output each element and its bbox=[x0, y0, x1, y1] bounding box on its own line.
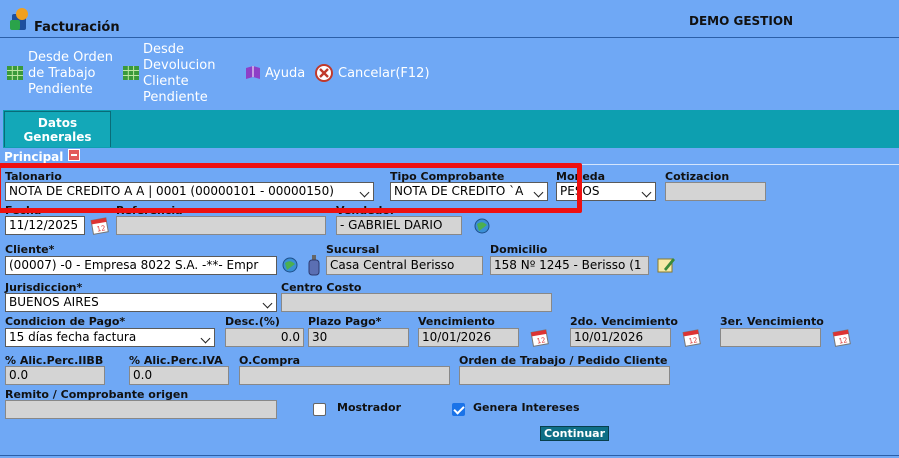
vencimiento2-field[interactable]: 10/01/2026 bbox=[570, 328, 671, 347]
moneda-select[interactable]: PESOS bbox=[556, 182, 656, 201]
cotizacion-field[interactable] bbox=[665, 182, 766, 201]
remito-field[interactable] bbox=[5, 400, 277, 419]
plazo-pago-field[interactable]: 30 bbox=[308, 328, 409, 347]
cliente-label: Cliente* bbox=[5, 243, 55, 256]
collapse-icon[interactable] bbox=[68, 149, 80, 161]
condicion-pago-label: Condicion de Pago* bbox=[5, 315, 126, 328]
ocompra-field[interactable] bbox=[239, 366, 450, 385]
sucursal-field[interactable]: Casa Central Berisso bbox=[326, 256, 483, 275]
calendar-icon[interactable]: 12 bbox=[682, 327, 702, 347]
sucursal-label: Sucursal bbox=[326, 243, 380, 256]
svg-text:12: 12 bbox=[96, 224, 106, 233]
genera-intereses-checkbox[interactable] bbox=[452, 403, 465, 416]
svg-text:12: 12 bbox=[688, 336, 698, 345]
globe-icon[interactable] bbox=[473, 216, 491, 236]
descuento-field[interactable]: 0.0 bbox=[225, 328, 304, 347]
svg-text:12: 12 bbox=[536, 336, 546, 345]
vendedor-field[interactable]: - GABRIEL DARIO bbox=[336, 216, 462, 235]
bottle-icon[interactable] bbox=[307, 254, 321, 276]
cancelar-button[interactable]: Cancelar(F12) bbox=[338, 66, 430, 82]
continuar-button[interactable]: Continuar bbox=[540, 426, 609, 441]
desde-orden-label[interactable]: Desde Orden de Trabajo Pendiente bbox=[28, 50, 113, 98]
calendar-icon[interactable]: 12 bbox=[90, 215, 110, 235]
domicilio-field[interactable]: 158 Nº 1245 - Berisso (1 bbox=[490, 256, 649, 275]
vencimiento3-field[interactable] bbox=[720, 328, 821, 347]
cancel-icon[interactable] bbox=[314, 63, 334, 83]
app-title: Facturación bbox=[34, 20, 120, 35]
company-name: DEMO GESTION bbox=[689, 14, 794, 28]
fecha-field[interactable]: 11/12/2025 bbox=[5, 216, 85, 235]
referencia-field[interactable] bbox=[116, 216, 326, 235]
section-principal-title: Principal bbox=[4, 150, 64, 164]
vencimiento2-label: 2do. Vencimiento bbox=[570, 315, 678, 328]
grid-icon bbox=[123, 66, 139, 80]
ayuda-button[interactable]: Ayuda bbox=[265, 66, 305, 82]
centro-costo-field[interactable] bbox=[281, 293, 552, 312]
genera-intereses-label: Genera Intereses bbox=[473, 401, 580, 414]
tab-datos-generales[interactable]: Datos Generales bbox=[4, 111, 111, 147]
svg-text:12: 12 bbox=[838, 336, 848, 345]
jurisdiccion-select[interactable]: BUENOS AIRES bbox=[5, 293, 277, 312]
cliente-field[interactable]: (00007) -0 - Empresa 8022 S.A. -**- Empr bbox=[5, 256, 277, 275]
descuento-label: Desc.(%) bbox=[225, 315, 280, 328]
tab-bar bbox=[3, 110, 899, 148]
alic-iibb-field[interactable]: 0.0 bbox=[5, 366, 105, 385]
mostrador-checkbox[interactable] bbox=[313, 403, 326, 416]
grid-icon bbox=[7, 66, 23, 80]
mostrador-label: Mostrador bbox=[337, 401, 402, 414]
calendar-icon[interactable]: 12 bbox=[832, 327, 852, 347]
app-facturacion-icon bbox=[10, 8, 28, 30]
edit-icon[interactable] bbox=[656, 255, 676, 275]
orden-trabajo-field[interactable] bbox=[459, 366, 670, 385]
desde-devolucion-label[interactable]: Desde Devolucion Cliente Pendiente bbox=[143, 42, 215, 106]
calendar-icon[interactable]: 12 bbox=[530, 327, 550, 347]
talonario-select[interactable]: NOTA DE CREDITO A A | 0001 (00000101 - 0… bbox=[5, 182, 374, 201]
tipo-comprobante-select[interactable]: NOTA DE CREDITO `A bbox=[390, 182, 548, 201]
vencimiento-label: Vencimiento bbox=[418, 315, 495, 328]
condicion-pago-select[interactable]: 15 días fecha factura bbox=[5, 328, 215, 347]
plazo-pago-label: Plazo Pago* bbox=[308, 315, 382, 328]
vencimiento-field[interactable]: 10/01/2026 bbox=[418, 328, 519, 347]
book-icon[interactable] bbox=[244, 65, 262, 81]
domicilio-label: Domicilio bbox=[490, 243, 548, 256]
vencimiento3-label: 3er. Vencimiento bbox=[720, 315, 824, 328]
alic-iva-field[interactable]: 0.0 bbox=[129, 366, 229, 385]
globe-icon[interactable] bbox=[281, 255, 299, 275]
